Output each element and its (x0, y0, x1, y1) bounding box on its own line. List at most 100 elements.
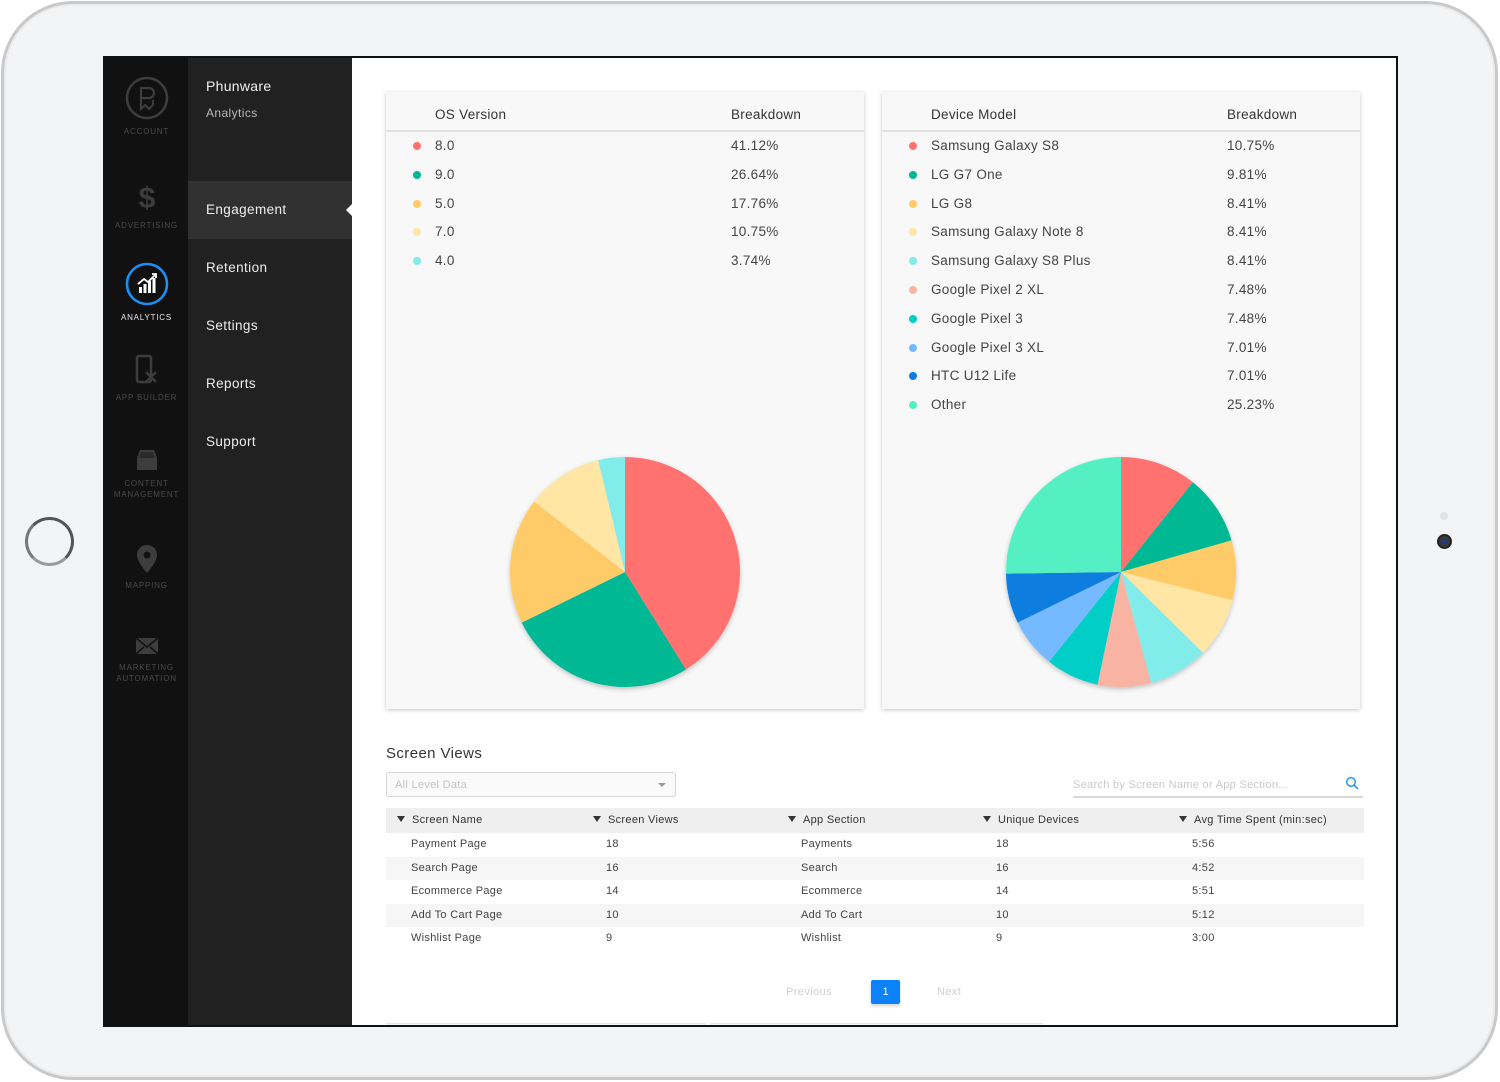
legend-item: 8.0 41.12% (386, 132, 864, 161)
search-icon[interactable] (1345, 776, 1359, 790)
table-cell: Ecommerce Page (411, 885, 503, 897)
legend-label: 8.0 (435, 138, 455, 153)
table-cell: Payments (801, 838, 853, 850)
legend-label: Samsung Galaxy S8 Plus (931, 253, 1091, 269)
legend-label: Samsung Galaxy S8 (931, 138, 1060, 153)
legend-color-dot (909, 142, 917, 150)
table-cell: Add To Cart Page (411, 908, 503, 921)
screen-search (1073, 772, 1363, 798)
legend-percent: 10.75% (1227, 138, 1275, 153)
rail-item-marketing-automation[interactable]: Marketing Automation (105, 636, 188, 684)
rail-item-mapping[interactable]: Mapping (105, 544, 188, 591)
table-cell: 14 (996, 885, 1009, 897)
sort-icon (593, 816, 601, 822)
legend-item: Other 25.23% (882, 391, 1360, 420)
sort-icon (1179, 816, 1187, 822)
table-cell: Search Page (411, 861, 478, 874)
table-cell: 9 (996, 932, 1003, 944)
rail-item-content-management[interactable]: Content Management (105, 448, 188, 500)
nav-item-support[interactable]: Support (188, 413, 352, 471)
legend-color-dot (413, 142, 421, 150)
brand-title: Phunware (206, 78, 272, 94)
legend-label: LG G8 (931, 195, 973, 211)
table-header: Screen Name Screen Views App Section Uni… (386, 808, 1364, 833)
nav-item-retention[interactable]: Retention (188, 239, 352, 297)
device-model-card: Device Model Breakdown Samsung Galaxy S8… (882, 92, 1360, 709)
legend-item: Samsung Galaxy S8 Plus 8.41% (882, 247, 1360, 276)
column-header-os-version: OS Version (435, 107, 507, 122)
legend-percent: 8.41% (1227, 253, 1267, 269)
chevron-down-icon (658, 783, 666, 787)
page-1-button[interactable]: 1 (871, 980, 900, 1004)
table-row[interactable]: Payment Page 18 Payments 18 5:56 (386, 833, 1364, 857)
sort-screen-name[interactable]: Screen Name (397, 808, 483, 833)
table-cell: 9 (606, 932, 613, 944)
legend-label: 9.0 (435, 166, 455, 182)
table-cell: Add To Cart (801, 908, 863, 921)
table-cell: 4:52 (1192, 861, 1215, 874)
sort-icon (788, 816, 796, 822)
previous-page-button[interactable]: Previous (786, 986, 832, 998)
svg-text:$: $ (138, 182, 155, 214)
legend-item: Google Pixel 3 XL 7.01% (882, 334, 1360, 363)
legend-percent: 41.12% (731, 138, 779, 153)
table-row[interactable]: Search Page 16 Search 16 4:52 (386, 856, 1364, 880)
header-label: Avg Time Spent (min:sec) (1194, 814, 1327, 826)
rail-item-advertising[interactable]: $ Advertising (105, 180, 188, 231)
table-row[interactable]: Add To Cart Page 10 Add To Cart 10 5:12 (386, 903, 1364, 927)
table-cell: 5:56 (1192, 838, 1215, 850)
legend-item: Samsung Galaxy Note 8 8.41% (882, 218, 1360, 247)
nav-item-settings[interactable]: Settings (188, 297, 352, 355)
inbox-tray-icon (136, 450, 157, 470)
level-select-value: All Level Data (395, 779, 468, 791)
table-cell: Wishlist Page (411, 932, 482, 944)
search-input[interactable] (1073, 776, 1333, 794)
legend-color-dot (909, 170, 917, 179)
header-label: App Section (803, 814, 866, 826)
table-row[interactable]: Wishlist Page 9 Wishlist 9 3:00 (386, 927, 1364, 951)
nav-item-reports[interactable]: Reports (188, 355, 352, 413)
legend-percent: 7.48% (1227, 282, 1267, 297)
sort-app-section[interactable]: App Section (788, 808, 866, 833)
home-button[interactable] (25, 517, 74, 566)
table-cell: Ecommerce (801, 885, 863, 897)
sort-avg-time-spent[interactable]: Avg Time Spent (min:sec) (1179, 808, 1327, 833)
legend-color-dot (909, 343, 917, 352)
table-cell: 5:12 (1192, 908, 1215, 921)
legend-percent: 25.23% (1227, 397, 1275, 413)
rail-item-app-builder[interactable]: App Builder (105, 354, 188, 403)
next-page-button[interactable]: Next (937, 986, 961, 998)
rail-label: Account (123, 127, 170, 136)
table-row[interactable]: Ecommerce Page 14 Ecommerce 14 5:51 (386, 880, 1364, 904)
screen-views-table: Screen Name Screen Views App Section Uni… (386, 808, 1364, 951)
sort-screen-views[interactable]: Screen Views (593, 808, 679, 833)
rail-item-analytics[interactable]: Analytics (105, 262, 188, 323)
table-body: Payment Page 18 Payments 18 5:56 Search Page 1… (386, 833, 1364, 951)
table-cell: 16 (996, 861, 1009, 874)
main-content: OS Version Breakdown 8.0 41.12% 9.0 26.64% 5… (352, 58, 1396, 1025)
legend-item: Samsung Galaxy S8 10.75% (882, 132, 1360, 161)
section-nav: Phunware Analytics Engagement Retention … (188, 58, 353, 1025)
legend-percent: 8.41% (1227, 224, 1267, 240)
legend-color-dot (909, 257, 917, 266)
table-cell: 18 (996, 838, 1009, 850)
rail-item-account[interactable]: Account (105, 76, 188, 137)
sort-unique-devices[interactable]: Unique Devices (983, 808, 1079, 833)
sensor-dot (1440, 512, 1448, 520)
legend-color-dot (413, 170, 421, 179)
legend-percent: 7.48% (1227, 310, 1267, 326)
legend-label: 4.0 (435, 253, 455, 269)
os-version-card: OS Version Breakdown 8.0 41.12% 9.0 26.64% 5… (386, 92, 864, 709)
legend-percent: 8.41% (1227, 195, 1267, 211)
card-header: Device Model Breakdown (882, 92, 1360, 132)
account-logo-icon (125, 76, 168, 120)
legend-item: HTC U12 Life 7.01% (882, 362, 1360, 391)
pagination: Previous 1 Next (352, 980, 1396, 1004)
legend-label: Samsung Galaxy Note 8 (931, 224, 1084, 240)
pie-slice-other[interactable] (1006, 457, 1121, 574)
sort-icon (983, 816, 991, 822)
level-data-select[interactable]: All Level Data (386, 772, 676, 797)
legend-percent: 3.74% (731, 253, 771, 269)
legend-label: HTC U12 Life (931, 368, 1017, 384)
nav-item-engagement[interactable]: Engagement (188, 181, 353, 239)
